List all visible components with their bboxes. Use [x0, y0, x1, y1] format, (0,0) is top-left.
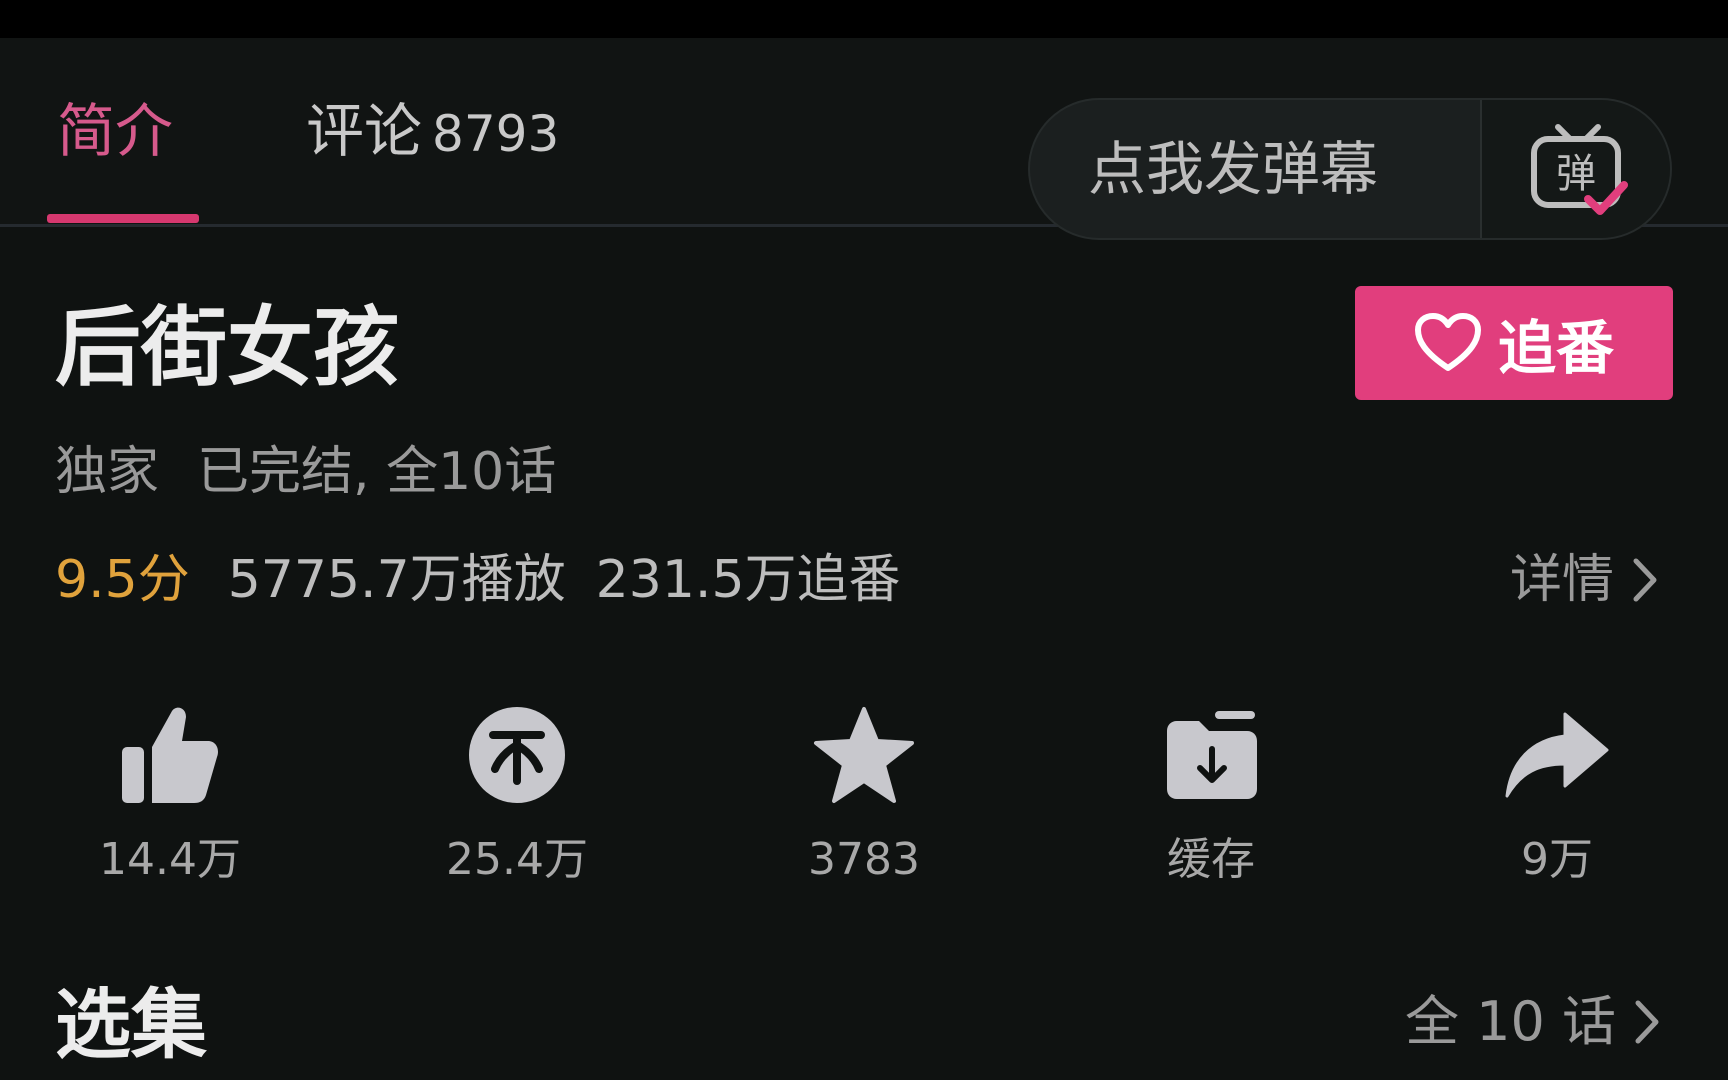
coin-count: 25.4万 — [446, 834, 588, 885]
show-title: 后街女孩 — [55, 298, 399, 398]
action-bar: 14.4万 25.4万 3783 缓存 9万 — [0, 700, 1728, 900]
score: 9.5分 — [55, 550, 190, 610]
comments-count: 8793 — [432, 105, 560, 163]
favorite-button[interactable]: 3783 — [764, 700, 964, 888]
share-count: 9万 — [1521, 834, 1593, 885]
details-link[interactable]: 详情 — [1510, 548, 1658, 612]
show-meta: 独家 已完结, 全10话 — [55, 440, 556, 504]
tab-intro[interactable]: 简介 — [57, 96, 173, 166]
favorite-count: 3783 — [808, 834, 920, 885]
thumbs-up-icon — [122, 707, 218, 803]
like-count: 14.4万 — [99, 834, 241, 885]
episode-status: 已完结, 全10话 — [197, 442, 557, 502]
coin-icon — [469, 707, 565, 803]
episodes-section-title: 选集 — [55, 980, 207, 1069]
exclusive-tag: 独家 — [55, 442, 160, 502]
danmaku-input[interactable] — [1030, 100, 1480, 238]
tab-comments-label: 评论 — [306, 97, 423, 165]
coin-button[interactable]: 25.4万 — [417, 700, 617, 888]
chevron-right-icon — [1635, 1000, 1659, 1044]
download-folder-icon — [1167, 711, 1257, 799]
follow-button-label: 追番 — [1497, 314, 1614, 382]
star-icon — [814, 707, 914, 803]
share-button[interactable]: 9万 — [1457, 700, 1657, 888]
danmaku-toggle-button[interactable]: 弹 — [1480, 100, 1670, 238]
tab-active-indicator — [47, 214, 199, 223]
play-count: 5775.7万播放 — [227, 550, 566, 610]
heart-outline-icon — [1414, 313, 1481, 371]
tab-comments[interactable]: 评论 8793 — [306, 96, 559, 169]
danmaku-tv-icon: 弹 — [1531, 124, 1628, 215]
all-episodes-link[interactable]: 全 10 话 — [1405, 990, 1660, 1054]
chevron-right-icon — [1633, 558, 1657, 602]
danmaku-bar: 弹 — [1028, 98, 1672, 240]
follow-button[interactable]: 追番 — [1355, 286, 1673, 400]
like-button[interactable]: 14.4万 — [70, 700, 270, 888]
download-button[interactable]: 缓存 — [1111, 700, 1311, 888]
tab-bar: 简介 评论8793 弹 — [0, 38, 1728, 240]
show-stats: 9.5分 5775.7万播放 231.5万追番 — [55, 548, 901, 612]
status-bar — [0, 0, 1728, 38]
follow-count: 231.5万追番 — [595, 550, 901, 610]
share-arrow-icon — [1505, 712, 1609, 798]
details-label: 详情 — [1509, 550, 1614, 610]
download-label: 缓存 — [1167, 834, 1255, 885]
tab-intro-label: 简介 — [57, 97, 174, 165]
all-episodes-label: 全 10 话 — [1404, 990, 1616, 1053]
danmaku-glyph: 弹 — [1556, 151, 1596, 197]
